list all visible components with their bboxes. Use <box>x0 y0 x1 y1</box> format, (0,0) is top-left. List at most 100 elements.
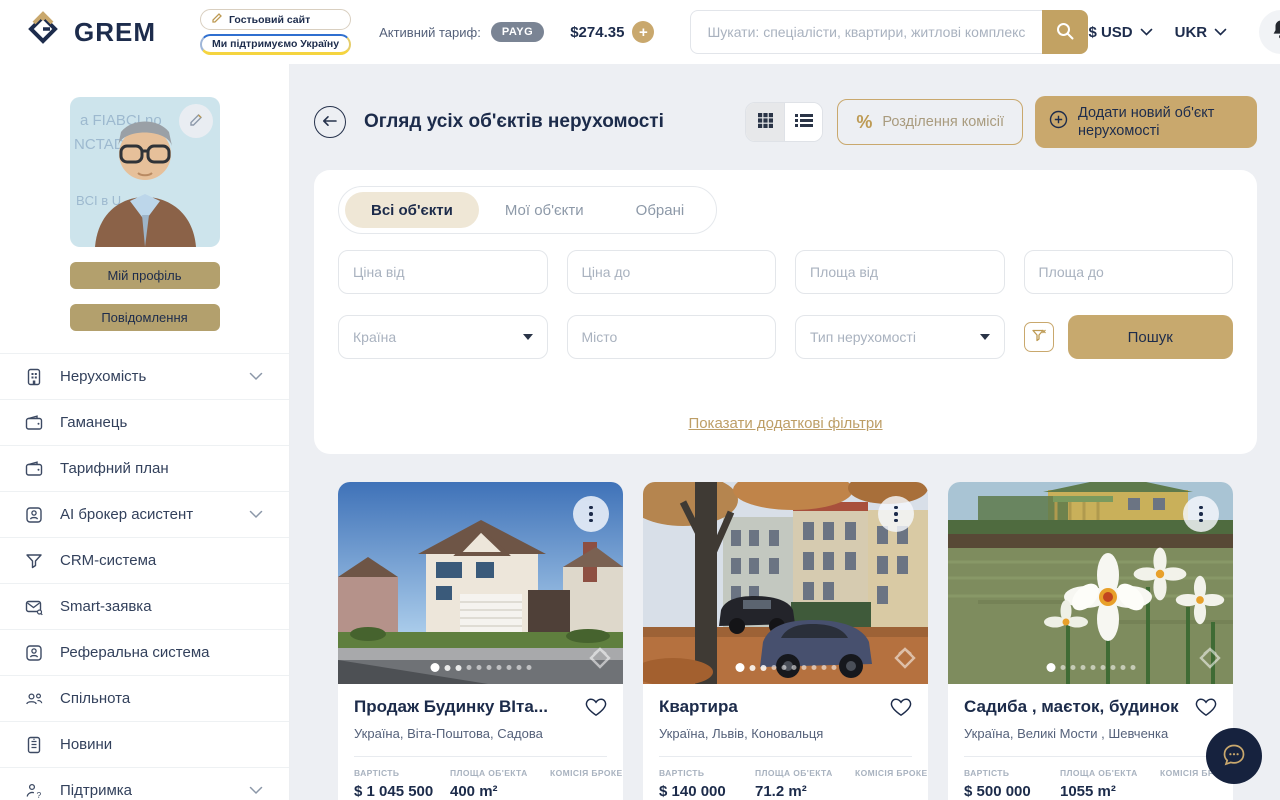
sidebar-item-real-estate[interactable]: Нерухомість <box>0 354 289 400</box>
search-submit-button[interactable]: Пошук <box>1068 315 1234 359</box>
more-filters-link[interactable]: Показати додаткові фільтри <box>688 415 882 432</box>
svg-text:BCI в U: BCI в U <box>76 193 121 208</box>
sidebar-item-label: CRM-система <box>60 552 156 569</box>
my-profile-button[interactable]: Мій профіль <box>70 262 220 289</box>
property-title[interactable]: Продаж Будинку ВІта... <box>354 697 548 717</box>
commission-split-button[interactable]: % Розділення комісії <box>837 99 1023 145</box>
sidebar-item-wallet[interactable]: Гаманець <box>0 400 289 446</box>
language-selector[interactable]: UKR <box>1175 24 1228 41</box>
grid-view-button[interactable] <box>746 103 784 141</box>
sidebar-item-smart-request[interactable]: Smart-заявка <box>0 584 289 630</box>
property-card[interactable]: Продаж Будинку ВІта... Україна, Віта-Пош… <box>338 482 623 800</box>
grem-watermark-icon <box>1197 645 1223 676</box>
chevron-down-icon <box>249 510 263 519</box>
search-button[interactable] <box>1042 10 1088 54</box>
card-menu-button[interactable] <box>878 496 914 532</box>
edit-photo-button[interactable] <box>179 104 213 138</box>
favorite-button[interactable] <box>585 697 607 720</box>
search-icon <box>1055 21 1075 44</box>
price-from-input[interactable] <box>338 250 548 294</box>
property-photo[interactable] <box>338 482 623 684</box>
mail-search-icon <box>24 597 44 617</box>
property-type-select[interactable]: Тип нерухомості <box>795 315 1005 359</box>
support-ukraine-label: Ми підтримуємо Україну <box>212 38 339 50</box>
search-input[interactable] <box>690 10 1042 54</box>
sidebar-item-crm[interactable]: CRM-система <box>0 538 289 584</box>
card-body: Продаж Будинку ВІта... Україна, Віта-Пош… <box>338 684 623 800</box>
bell-icon <box>1271 19 1280 46</box>
currency-selector[interactable]: $ USD <box>1088 24 1152 41</box>
list-icon <box>795 113 813 131</box>
back-button[interactable] <box>314 106 346 138</box>
sidebar-item-label: Новини <box>60 736 112 753</box>
property-photo[interactable] <box>643 482 928 684</box>
svg-text:NCTAD: NCTAD <box>74 136 125 153</box>
caret-down-icon <box>523 334 533 340</box>
chevron-down-icon <box>249 372 263 381</box>
city-input[interactable] <box>567 315 777 359</box>
tab-my-objects[interactable]: Мої об'єкти <box>479 192 610 228</box>
property-card[interactable]: Садиба , маєток, будинок Україна, Великі… <box>948 482 1233 800</box>
brand[interactable]: GREM <box>24 10 156 55</box>
tariff-plan-badge[interactable]: PAYG <box>491 22 544 42</box>
guest-site-label: Гостьовий сайт <box>229 14 310 26</box>
card-menu-button[interactable] <box>1183 496 1219 532</box>
add-property-button[interactable]: Додати новий об'єкт нерухомості <box>1035 96 1257 148</box>
favorite-button[interactable] <box>890 697 912 720</box>
card-body: Садиба , маєток, будинок Україна, Великі… <box>948 684 1233 800</box>
favorite-button[interactable] <box>1195 697 1217 720</box>
sidebar-item-news[interactable]: Новини <box>0 722 289 768</box>
carousel-dots[interactable] <box>735 663 836 672</box>
area-to-input[interactable] <box>1024 250 1234 294</box>
property-title[interactable]: Квартира <box>659 697 738 717</box>
person-card-icon <box>24 505 44 525</box>
tab-all-objects[interactable]: Всі об'єкти <box>345 192 479 228</box>
profile-photo: a FIABCI no NCTAD BCI в U <box>70 97 220 247</box>
language-label: UKR <box>1175 24 1208 41</box>
grid-icon <box>757 112 774 132</box>
tab-favorites[interactable]: Обрані <box>610 192 711 228</box>
messages-button[interactable]: Повідомлення <box>70 304 220 331</box>
sidebar: a FIABCI no NCTAD BCI в U Мій профіль По <box>0 64 290 800</box>
card-menu-button[interactable] <box>573 496 609 532</box>
carousel-dots[interactable] <box>1046 663 1135 672</box>
brand-name: GREM <box>74 17 156 48</box>
sidebar-item-label: Гаманець <box>60 414 127 431</box>
property-stats: ВАРТІСТЬ $ 1 045 500 ПЛОЩА ОБ'ЕКТА 400 m… <box>354 768 607 800</box>
property-stats: ВАРТІСТЬ $ 140 000 ПЛОЩА ОБ'ЕКТА 71.2 m²… <box>659 768 912 800</box>
guest-site-button[interactable]: Гостьовий сайт <box>200 9 351 30</box>
price-value: $ 500 000 <box>964 783 1052 800</box>
sidebar-item-tariff-plan[interactable]: Тарифний план <box>0 446 289 492</box>
wallet-icon <box>24 459 44 479</box>
property-location: Україна, Великі Мости , Шевченка <box>964 726 1217 741</box>
property-photo[interactable] <box>948 482 1233 684</box>
active-tariff: Активний тариф: PAYG <box>379 22 544 42</box>
property-card[interactable]: Квартира Україна, Львів, Коновальця ВАРТ… <box>643 482 928 800</box>
top-up-balance-button[interactable]: + <box>632 21 654 43</box>
sidebar-nav: Нерухомість Гаманець Тарифний план <box>0 353 289 800</box>
property-title[interactable]: Садиба , маєток, будинок <box>964 697 1179 717</box>
funnel-icon <box>24 551 44 571</box>
list-view-button[interactable] <box>784 103 822 141</box>
heart-icon <box>1195 697 1217 720</box>
price-label: ВАРТІСТЬ <box>659 768 747 778</box>
global-search <box>690 10 1088 54</box>
price-value: $ 1 045 500 <box>354 783 442 800</box>
sidebar-item-support[interactable]: ? Підтримка <box>0 768 289 800</box>
area-from-input[interactable] <box>795 250 1005 294</box>
sidebar-item-label: Підтримка <box>60 782 132 799</box>
price-to-input[interactable] <box>567 250 777 294</box>
balance: $274.35 + <box>570 21 654 43</box>
filter-grid: Країна Тип нерухомості Пошук <box>338 250 1233 359</box>
chat-button[interactable] <box>1206 728 1262 784</box>
country-select[interactable]: Країна <box>338 315 548 359</box>
sidebar-item-community[interactable]: Спільнота <box>0 676 289 722</box>
sidebar-item-referral[interactable]: Реферальна система <box>0 630 289 676</box>
area-value: 400 m² <box>450 783 542 800</box>
commission-label: КОМІСІЯ БРОКЕРА <box>855 768 928 778</box>
carousel-dots[interactable] <box>430 663 531 672</box>
sidebar-item-ai-broker[interactable]: AI брокер асистент <box>0 492 289 538</box>
clear-filters-button[interactable] <box>1024 322 1054 352</box>
notifications-button[interactable]: 12 <box>1259 10 1280 54</box>
object-tabs: Всі об'єкти Мої об'єкти Обрані <box>338 186 717 234</box>
